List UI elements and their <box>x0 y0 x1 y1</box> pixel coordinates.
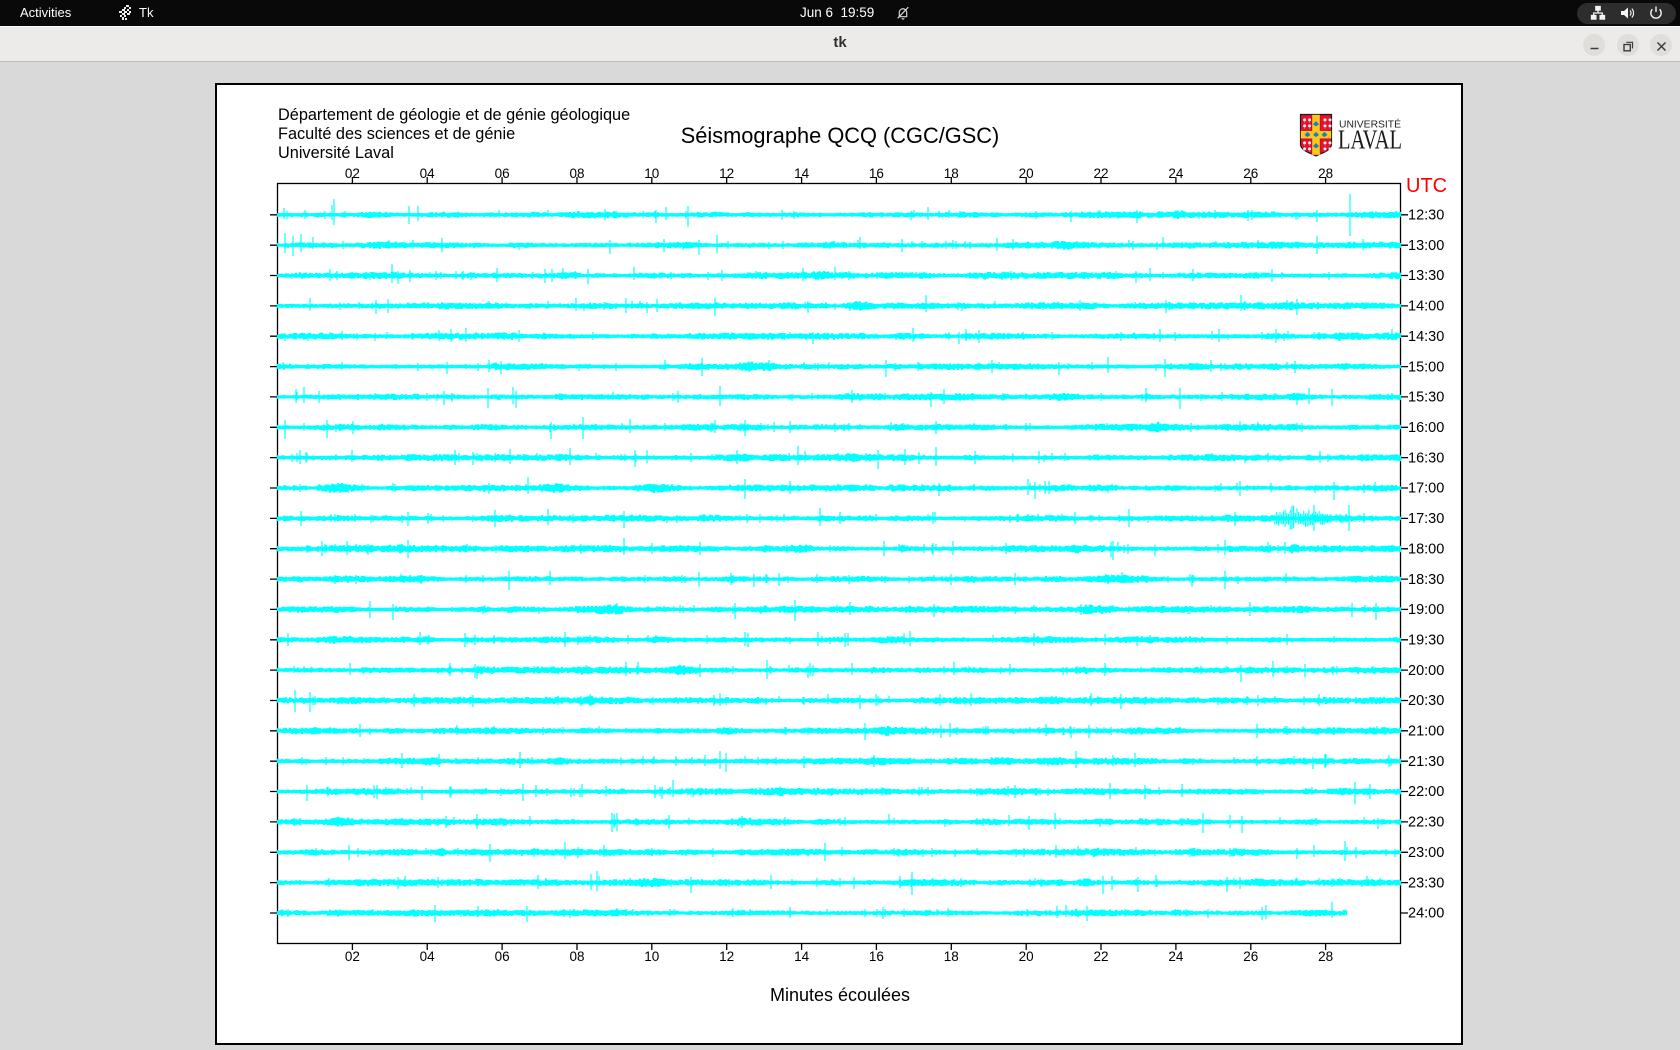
svg-text:13:00: 13:00 <box>1408 238 1444 254</box>
svg-text:08: 08 <box>569 166 584 181</box>
svg-text:20: 20 <box>1019 949 1034 964</box>
svg-text:26: 26 <box>1243 166 1258 181</box>
svg-text:20:30: 20:30 <box>1408 693 1444 709</box>
svg-text:10: 10 <box>644 166 659 181</box>
svg-text:15:30: 15:30 <box>1408 390 1444 406</box>
svg-text:22: 22 <box>1093 166 1108 181</box>
svg-text:12:30: 12:30 <box>1408 208 1444 224</box>
svg-text:24: 24 <box>1168 166 1184 181</box>
svg-text:13:30: 13:30 <box>1408 268 1444 284</box>
svg-text:24:00: 24:00 <box>1408 906 1444 922</box>
svg-text:14: 14 <box>794 166 810 181</box>
svg-text:28: 28 <box>1318 949 1333 964</box>
svg-text:19:00: 19:00 <box>1408 602 1444 618</box>
svg-text:16: 16 <box>869 949 884 964</box>
svg-text:26: 26 <box>1243 949 1258 964</box>
svg-text:LAVAL: LAVAL <box>1338 125 1402 155</box>
svg-text:22:30: 22:30 <box>1408 815 1444 831</box>
svg-text:06: 06 <box>495 949 510 964</box>
svg-text:14:30: 14:30 <box>1408 329 1444 345</box>
svg-text:19:30: 19:30 <box>1408 633 1444 649</box>
svg-text:20: 20 <box>1019 166 1034 181</box>
svg-text:20:00: 20:00 <box>1408 663 1444 679</box>
svg-text:04: 04 <box>420 949 436 964</box>
svg-text:21:30: 21:30 <box>1408 754 1444 770</box>
svg-text:23:00: 23:00 <box>1408 845 1444 861</box>
svg-text:17:00: 17:00 <box>1408 481 1444 497</box>
svg-text:14: 14 <box>794 949 810 964</box>
svg-text:16:30: 16:30 <box>1408 450 1444 466</box>
svg-text:UTC: UTC <box>1406 175 1447 197</box>
svg-text:12: 12 <box>719 166 734 181</box>
svg-text:28: 28 <box>1318 166 1333 181</box>
svg-text:08: 08 <box>569 949 584 964</box>
svg-text:12: 12 <box>719 949 734 964</box>
svg-text:Minutes écoulées: Minutes écoulées <box>770 985 910 1005</box>
svg-text:18: 18 <box>944 949 959 964</box>
svg-text:22:00: 22:00 <box>1408 784 1444 800</box>
svg-text:23:30: 23:30 <box>1408 875 1444 891</box>
svg-text:18:30: 18:30 <box>1408 572 1444 588</box>
svg-text:04: 04 <box>420 166 436 181</box>
svg-text:22: 22 <box>1093 949 1108 964</box>
svg-text:16: 16 <box>869 166 884 181</box>
svg-text:17:30: 17:30 <box>1408 511 1444 527</box>
svg-text:Faculté des sciences et de gén: Faculté des sciences et de génie <box>278 125 515 143</box>
svg-text:14:00: 14:00 <box>1408 299 1444 315</box>
svg-text:02: 02 <box>345 949 360 964</box>
svg-text:Université Laval: Université Laval <box>278 144 394 162</box>
svg-text:10: 10 <box>644 949 659 964</box>
svg-text:24: 24 <box>1168 949 1184 964</box>
svg-text:18: 18 <box>944 166 959 181</box>
svg-text:Département de géologie et de: Département de géologie et de génie géol… <box>278 106 630 124</box>
svg-text:21:00: 21:00 <box>1408 724 1444 740</box>
svg-text:18:00: 18:00 <box>1408 541 1444 557</box>
svg-text:15:00: 15:00 <box>1408 359 1444 375</box>
svg-text:06: 06 <box>495 166 510 181</box>
svg-text:Séismographe QCQ (CGC/GSC): Séismographe QCQ (CGC/GSC) <box>681 123 1000 148</box>
svg-text:02: 02 <box>345 166 360 181</box>
svg-text:16:00: 16:00 <box>1408 420 1444 436</box>
